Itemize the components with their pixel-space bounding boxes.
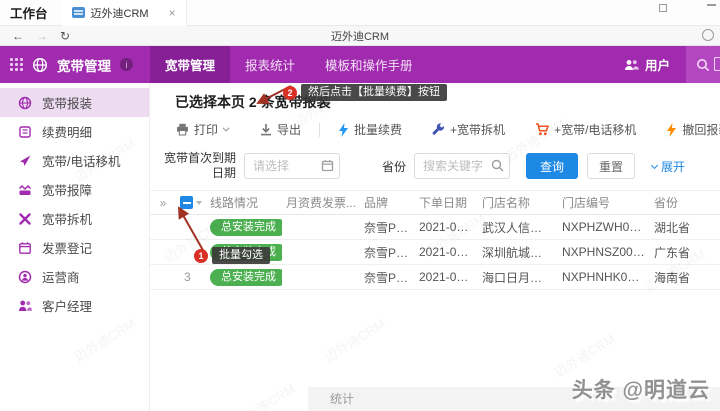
sidebar-item-broadband-move[interactable]: 宽带/电话移机	[0, 146, 149, 175]
calendar-icon	[321, 160, 334, 172]
col-store-code: 门店编号	[558, 190, 650, 215]
table-row[interactable]: 总安装完成 奈雪PRO 2021-04-07 深圳航城里购物中心P... NXP…	[150, 239, 720, 265]
main-content: 已选择本页 2 条宽带报装 打印 导出 批量续费 +宽带拆机 +宽带/电话移机 …	[150, 83, 720, 411]
chevron-down-icon	[222, 124, 230, 132]
user-label: 用户	[644, 59, 670, 73]
table-header-row: » 线路情况 月资费发票... 品牌 下单日期 门店名称 门店编号 省份	[150, 190, 720, 215]
restore-window-icon[interactable]	[659, 4, 667, 12]
printer-icon	[177, 123, 188, 136]
keyword-filter-input[interactable]	[414, 153, 511, 179]
date-filter-label: 宽带首次到期日期	[163, 151, 236, 180]
page-title: 迈外迪CRM	[330, 30, 390, 43]
col-province: 省份	[650, 190, 720, 215]
print-button[interactable]: 打印	[176, 121, 230, 138]
col-line-status: 线路情况	[206, 190, 282, 215]
tab-broadband-manage[interactable]: 宽带管理	[150, 46, 231, 83]
download-icon	[261, 124, 272, 136]
app-title: 宽带管理	[57, 58, 111, 74]
minimize-icon[interactable]	[707, 4, 716, 6]
status-badge: 总安装完成	[210, 243, 282, 261]
browser-tab[interactable]: 迈外迪CRM ×	[61, 0, 187, 26]
app-header: 宽带管理 i 宽带管理 报表统计 模板和操作手册 用户	[0, 46, 720, 83]
date-filter-input[interactable]	[244, 153, 340, 179]
select-all-cell[interactable]	[176, 190, 206, 215]
expand-filters-link[interactable]: 展开	[650, 158, 685, 175]
app-nav: 宽带管理 报表统计 模板和操作手册	[150, 46, 428, 83]
chevron-down-icon[interactable]	[196, 200, 202, 205]
tab-close-icon[interactable]: ×	[169, 6, 176, 20]
search-icon[interactable]	[696, 58, 710, 72]
tab-title: 迈外迪CRM	[90, 7, 149, 20]
add-dismantle-button[interactable]: +宽带拆机	[432, 121, 505, 138]
col-store-name: 门店名称	[478, 190, 558, 215]
rocket-icon	[20, 155, 31, 166]
cart-icon	[536, 123, 550, 136]
book-icon	[19, 125, 31, 138]
sidebar-item-account-manager[interactable]: 客户经理	[0, 291, 149, 320]
action-toolbar: 打印 导出 批量续费 +宽带拆机 +宽带/电话移机 撤回报	[150, 112, 720, 145]
workspace-label[interactable]: 工作台	[0, 3, 62, 22]
export-button[interactable]: 导出	[260, 121, 301, 138]
chevron-down-icon	[650, 161, 659, 169]
col-order-date: 下单日期	[415, 190, 478, 215]
col-monthly-invoice: 月资费发票...	[282, 190, 360, 215]
app-info-badge[interactable]: i	[120, 58, 133, 71]
province-filter-label: 省份	[382, 159, 407, 174]
search-button[interactable]: 查询	[526, 153, 579, 179]
sidebar: 宽带报装 续费明细 宽带/电话移机 宽带报障 宽带拆机 发票登记 运营商 客户经…	[0, 83, 150, 411]
lightning-icon	[667, 122, 677, 137]
browser-tab-strip: 工作台 迈外迪CRM ×	[0, 0, 720, 26]
globe-icon	[32, 57, 48, 72]
add-move-button[interactable]: +宽带/电话移机	[535, 121, 636, 138]
sidebar-item-operator[interactable]: 运营商	[0, 262, 149, 291]
expand-columns-icon[interactable]: »	[150, 190, 176, 215]
wrench-icon	[432, 123, 445, 135]
col-brand: 品牌	[360, 190, 415, 215]
user-menu[interactable]: 用户	[608, 46, 686, 83]
calendar-icon	[19, 241, 31, 254]
search-icon	[491, 159, 504, 172]
operator-icon	[18, 270, 32, 283]
browser-profile-icon[interactable]	[702, 29, 714, 41]
globe-icon	[18, 96, 32, 109]
select-all-checkbox[interactable]	[180, 196, 193, 209]
tab-favicon-icon	[71, 7, 85, 18]
tab-report-stats[interactable]: 报表统计	[230, 46, 310, 83]
sidebar-item-invoice-register[interactable]: 发票登记	[0, 233, 149, 262]
sidebar-item-broadband-install[interactable]: 宽带报装	[0, 88, 149, 117]
lightning-icon	[339, 122, 349, 137]
brand-watermark: 头条 @明道云	[571, 379, 710, 402]
tab-template-manual[interactable]: 模板和操作手册	[310, 46, 428, 83]
users-icon	[624, 59, 639, 70]
clipped-menu-icon	[714, 57, 720, 71]
sidebar-item-broadband-dismantle[interactable]: 宽带拆机	[0, 204, 149, 233]
header-search-segment[interactable]	[686, 46, 720, 83]
status-badge: 总安装完成	[210, 268, 282, 286]
table-row[interactable]: 3 总安装完成 奈雪PRO 2021-04-07 海口日月广场PRO测试 NXP…	[150, 264, 720, 290]
apps-grid-icon[interactable]	[10, 58, 23, 71]
orders-table: » 线路情况 月资费发票... 品牌 下单日期 门店名称 门店编号 省份 总安装…	[150, 190, 720, 290]
tools-icon	[19, 212, 31, 225]
table-row[interactable]: 总安装完成 奈雪PRO 2021-04-07 武汉人信汇PRO店测试 NXPHZ…	[150, 214, 720, 240]
batch-renew-button[interactable]: 批量续费	[338, 121, 402, 138]
reset-button[interactable]: 重置	[587, 153, 636, 179]
people-icon	[19, 300, 32, 311]
sidebar-item-broadband-fault[interactable]: 宽带报障	[0, 175, 149, 204]
selection-title: 已选择本页 2 条宽带报装	[175, 94, 331, 110]
status-badge: 总安装完成	[210, 218, 282, 236]
sidebar-item-renewal-detail[interactable]: 续费明细	[0, 117, 149, 146]
row-number: 3	[184, 270, 191, 284]
withdraw-button[interactable]: 撤回报装	[666, 121, 720, 138]
browser-toolbar: ← → ↻ 迈外迪CRM	[0, 26, 720, 46]
filter-bar: 宽带首次到期日期 省份 查询 重置	[150, 151, 720, 181]
fault-icon	[18, 184, 32, 195]
